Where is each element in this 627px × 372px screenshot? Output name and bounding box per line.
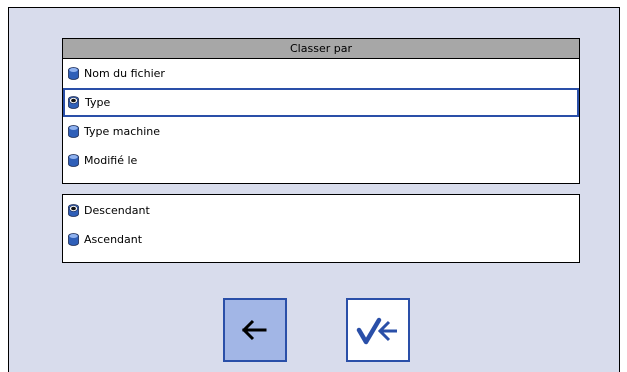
radio-selected-icon (68, 96, 79, 109)
sort-option-label: Type (85, 96, 111, 109)
check-left-arrow-icon (356, 317, 397, 345)
left-arrow-icon (241, 319, 267, 341)
radio-unselected-icon (68, 125, 79, 138)
radio-unselected-icon (68, 154, 79, 167)
radio-unselected-icon (68, 233, 79, 246)
order-option-descending[interactable]: Descendant (63, 196, 579, 225)
sort-option-label: Type machine (84, 125, 161, 138)
sort-option-type[interactable]: Type (63, 88, 579, 117)
confirm-button[interactable] (346, 298, 410, 362)
sort-order-group: Descendant Ascendant (62, 194, 580, 263)
sort-option-machine-type[interactable]: Type machine (63, 117, 579, 146)
sort-option-file-name[interactable]: Nom du fichier (63, 59, 579, 88)
sort-option-label: Modifié le (84, 154, 138, 167)
radio-unselected-icon (68, 67, 79, 80)
sort-by-group: Classer par Nom du fichier Type Type mac… (62, 38, 580, 184)
order-option-label: Descendant (84, 204, 150, 217)
back-button[interactable] (223, 298, 287, 362)
sort-dialog: Classer par Nom du fichier Type Type mac… (8, 7, 620, 372)
radio-selected-icon (68, 204, 79, 217)
order-option-label: Ascendant (84, 233, 143, 246)
sort-option-label: Nom du fichier (84, 67, 165, 80)
sort-option-modified[interactable]: Modifié le (63, 146, 579, 175)
sort-by-title: Classer par (63, 39, 579, 59)
screen: Classer par Nom du fichier Type Type mac… (0, 0, 627, 372)
order-option-ascending[interactable]: Ascendant (63, 225, 579, 254)
